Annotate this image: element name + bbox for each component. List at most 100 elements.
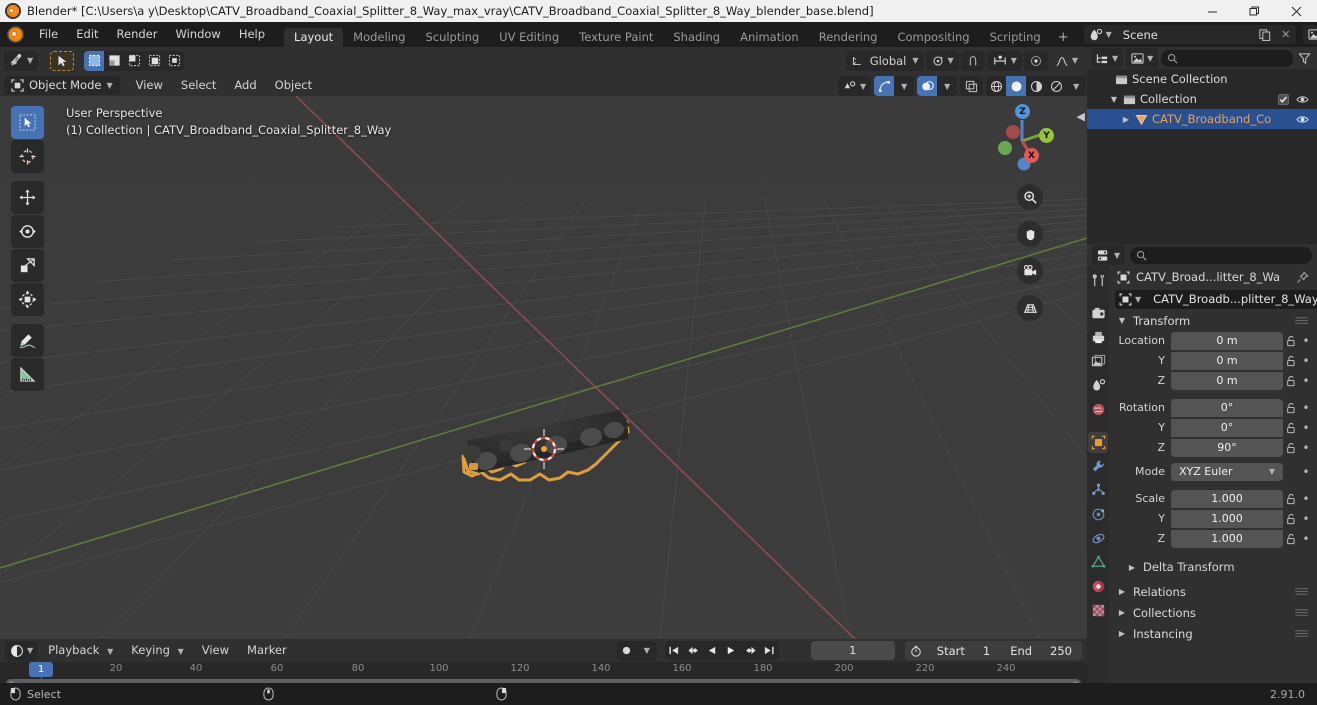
material-properties-tab[interactable] bbox=[1088, 576, 1108, 597]
rotation-z-field[interactable]: 90° bbox=[1171, 438, 1283, 457]
viewport-menu-view[interactable]: View bbox=[128, 76, 171, 95]
physics-properties-tab[interactable] bbox=[1088, 504, 1108, 525]
wireframe-shading-icon[interactable] bbox=[986, 76, 1006, 96]
lock-icon[interactable] bbox=[1283, 375, 1299, 387]
animate-property-dot[interactable]: • bbox=[1299, 421, 1313, 435]
annotate-tool-icon[interactable] bbox=[11, 324, 44, 357]
scale-z-field[interactable]: 1.000 bbox=[1171, 529, 1283, 548]
viewport-menu-add[interactable]: Add bbox=[226, 76, 264, 95]
scale-x-field[interactable]: 1.000 bbox=[1171, 489, 1283, 508]
rotate-tool-icon[interactable] bbox=[11, 215, 44, 248]
object-visibility-button[interactable]: ▼ bbox=[838, 76, 872, 96]
select-subtract-icon[interactable] bbox=[144, 51, 164, 71]
outliner-filter-icon[interactable] bbox=[1296, 52, 1313, 65]
end-frame-field[interactable]: End 250 bbox=[1000, 641, 1082, 660]
collapse-triangle-icon[interactable]: ▼ bbox=[1109, 95, 1119, 104]
minimize-icon[interactable] bbox=[1191, 0, 1233, 22]
object-id-browse-button[interactable]: ▼ bbox=[1115, 289, 1146, 309]
xray-toggle-button[interactable] bbox=[960, 76, 984, 96]
timeline-menu-keying[interactable]: Keying ▼ bbox=[123, 641, 191, 660]
play-icon[interactable] bbox=[722, 641, 741, 660]
tab-scripting[interactable]: Scripting bbox=[980, 28, 1051, 47]
shading-options-icon[interactable]: ▼ bbox=[1066, 76, 1086, 96]
menu-window[interactable]: Window bbox=[166, 22, 229, 47]
maximize-icon[interactable] bbox=[1233, 0, 1275, 22]
tool-properties-tab[interactable] bbox=[1088, 270, 1108, 291]
select-set-icon[interactable] bbox=[104, 51, 124, 71]
tab-sculpting[interactable]: Sculpting bbox=[415, 28, 489, 47]
outliner-row-scene-collection[interactable]: Scene Collection bbox=[1087, 69, 1317, 89]
animate-property-dot[interactable]: • bbox=[1299, 465, 1313, 479]
pin-icon[interactable] bbox=[1296, 270, 1309, 284]
object-properties-tab[interactable] bbox=[1088, 432, 1108, 453]
scene-properties-tab[interactable] bbox=[1088, 375, 1108, 396]
material-preview-shading-icon[interactable] bbox=[1026, 76, 1046, 96]
animate-property-dot[interactable]: • bbox=[1299, 401, 1313, 415]
move-tool-icon[interactable] bbox=[11, 181, 44, 214]
lock-icon[interactable] bbox=[1283, 422, 1299, 434]
lock-icon[interactable] bbox=[1283, 402, 1299, 414]
properties-search-input[interactable] bbox=[1130, 246, 1312, 264]
viewport-menu-object[interactable]: Object bbox=[267, 76, 320, 95]
tab-uv-editing[interactable]: UV Editing bbox=[489, 28, 569, 47]
menu-file[interactable]: File bbox=[30, 22, 67, 47]
snapping-options-button[interactable]: ▼ bbox=[986, 50, 1022, 71]
play-reverse-icon[interactable] bbox=[703, 641, 722, 660]
location-z-field[interactable]: 0 m bbox=[1171, 371, 1283, 390]
tab-animation[interactable]: Animation bbox=[730, 28, 809, 47]
lock-icon[interactable] bbox=[1283, 533, 1299, 545]
select-extend-icon[interactable] bbox=[124, 51, 144, 71]
pivot-point-button[interactable]: ▼ bbox=[925, 50, 959, 71]
object-data-properties-tab[interactable] bbox=[1088, 552, 1108, 573]
auto-keying-icon[interactable] bbox=[617, 641, 637, 661]
output-properties-tab[interactable] bbox=[1088, 327, 1108, 348]
keying-options-icon[interactable]: ▼ bbox=[637, 641, 657, 661]
gizmo-axis-x[interactable]: X bbox=[1024, 148, 1039, 163]
outliner-editor-type-button[interactable]: ▼ bbox=[1091, 48, 1124, 68]
eye-icon[interactable] bbox=[1296, 114, 1309, 125]
timeline-ruler[interactable]: 20 40 60 80 100 120 140 160 180 200 220 … bbox=[0, 662, 1087, 683]
properties-editor-type-button[interactable]: ▼ bbox=[1092, 245, 1126, 265]
jump-to-start-icon[interactable] bbox=[665, 641, 684, 660]
timeline-menu-view[interactable]: View bbox=[194, 641, 237, 660]
menu-edit[interactable]: Edit bbox=[67, 22, 107, 47]
3d-viewport[interactable]: User Perspective (1) Collection | CATV_B… bbox=[0, 96, 1087, 639]
scale-y-field[interactable]: 1.000 bbox=[1171, 509, 1283, 528]
previous-keyframe-icon[interactable] bbox=[684, 641, 703, 660]
animate-property-dot[interactable]: • bbox=[1299, 441, 1313, 455]
expand-triangle-icon[interactable]: ▶ bbox=[1121, 115, 1131, 124]
show-overlays-icon[interactable] bbox=[917, 76, 938, 96]
lock-icon[interactable] bbox=[1283, 493, 1299, 505]
jump-to-end-icon[interactable] bbox=[760, 641, 779, 660]
zoom-icon[interactable] bbox=[1017, 184, 1043, 210]
tab-layout[interactable]: Layout bbox=[284, 28, 344, 47]
select-difference-icon[interactable] bbox=[164, 51, 184, 71]
location-x-field[interactable]: 0 m bbox=[1171, 331, 1283, 350]
cursor-tool-icon[interactable] bbox=[11, 140, 44, 173]
delta-transform-panel-header[interactable]: ▶ Delta Transform bbox=[1109, 557, 1317, 577]
current-frame-field[interactable]: 1 bbox=[810, 641, 895, 660]
proportional-edit-button[interactable] bbox=[1023, 50, 1048, 71]
remove-scene-icon[interactable]: ✕ bbox=[1275, 25, 1296, 44]
rotation-x-field[interactable]: 0° bbox=[1171, 398, 1283, 417]
viewport-sidebar-toggle-icon[interactable]: ◀ bbox=[1077, 110, 1085, 123]
animate-property-dot[interactable]: • bbox=[1299, 354, 1313, 368]
add-workspace-button[interactable]: + bbox=[1051, 28, 1076, 47]
solid-shading-icon[interactable] bbox=[1006, 76, 1027, 96]
gizmo-options-icon[interactable]: ▼ bbox=[894, 76, 914, 96]
menu-help[interactable]: Help bbox=[230, 22, 274, 47]
lock-icon[interactable] bbox=[1283, 513, 1299, 525]
rotation-mode-select[interactable]: XYZ Euler ▼ bbox=[1171, 462, 1283, 481]
texture-properties-tab[interactable] bbox=[1088, 600, 1108, 621]
tab-texture-paint[interactable]: Texture Paint bbox=[569, 28, 663, 47]
view-layer-properties-tab[interactable] bbox=[1088, 351, 1108, 372]
outliner-row-collection[interactable]: ▼ Collection bbox=[1087, 89, 1317, 109]
lock-icon[interactable] bbox=[1283, 355, 1299, 367]
object-name-field[interactable]: CATV_Broadb...plitter_8_Way bbox=[1145, 289, 1317, 309]
collections-panel-header[interactable]: ▶ Collections bbox=[1109, 602, 1317, 623]
start-frame-field[interactable]: Start 1 bbox=[927, 641, 1000, 660]
lock-icon[interactable] bbox=[1283, 442, 1299, 454]
animate-property-dot[interactable]: • bbox=[1299, 532, 1313, 546]
animate-property-dot[interactable]: • bbox=[1299, 374, 1313, 388]
animate-property-dot[interactable]: • bbox=[1299, 492, 1313, 506]
